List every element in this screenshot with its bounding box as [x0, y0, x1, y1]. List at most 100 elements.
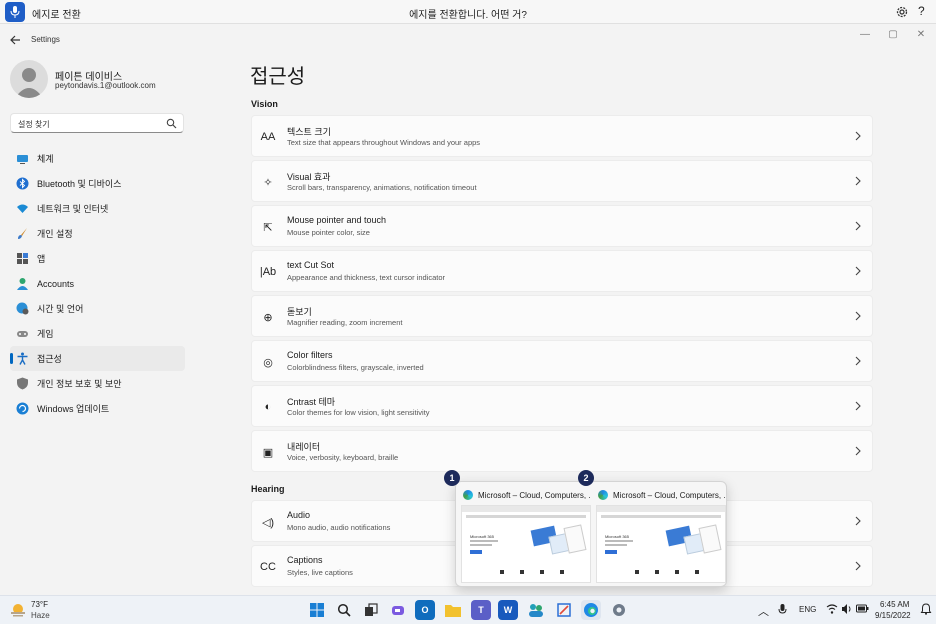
- weather-haze-icon[interactable]: [10, 602, 26, 618]
- mouse-pointer-card[interactable]: ⇱ Mouse pointer and touch Mouse pointer …: [251, 205, 873, 247]
- search-input-text[interactable]: 설정 찾기: [18, 119, 50, 130]
- magnifier-card[interactable]: ⊕ 돋보기 Magnifier reading, zoom increment: [251, 295, 873, 337]
- chevron-right-icon: [855, 176, 861, 186]
- card-subtitle: Scroll bars, transparency, animations, n…: [287, 183, 477, 192]
- edge-window-thumbnail-1[interactable]: Microsoft – Cloud, Computers, ... Micros…: [461, 488, 591, 583]
- minimize-button[interactable]: —: [858, 29, 872, 40]
- microphone-tray-icon[interactable]: [778, 604, 787, 616]
- help-button[interactable]: ?: [918, 4, 925, 18]
- snipping-tool-icon[interactable]: [554, 600, 574, 620]
- clock-time[interactable]: 6:45 AM: [880, 600, 909, 609]
- chevron-right-icon: [855, 221, 861, 231]
- card-subtitle: Voice, verbosity, keyboard, braille: [287, 453, 399, 462]
- teams-icon[interactable]: T: [471, 600, 491, 620]
- maximize-button[interactable]: ▢: [886, 29, 900, 40]
- apps-icon: [17, 253, 28, 264]
- mouse-pointer-icon: ⇱: [263, 221, 273, 234]
- card-subtitle: Magnifier reading, zoom increment: [287, 318, 403, 327]
- person-avatar-icon: [15, 68, 43, 98]
- person-icon: [17, 278, 28, 290]
- thumbnail-title: Microsoft – Cloud, Computers, ...: [478, 490, 591, 500]
- card-title: Color filters: [287, 350, 333, 360]
- avatar[interactable]: [10, 60, 48, 98]
- text-cursor-card[interactable]: |Ab text Cut Sot Appearance and thicknes…: [251, 250, 873, 292]
- sidebar-nav: 체계 Bluetooth 및 디바이스 네트워크 및 인터넷 개인 설정 앱 A…: [10, 146, 185, 421]
- sidebar-item-apps[interactable]: 앱: [10, 246, 185, 271]
- scissors-icon: [557, 603, 571, 617]
- sidebar-item-gaming[interactable]: 게임: [10, 321, 185, 346]
- word-icon[interactable]: W: [498, 600, 518, 620]
- outlook-icon[interactable]: O: [415, 600, 435, 620]
- card-title: text Cut Sot: [287, 260, 335, 270]
- text-size-card[interactable]: AA 텍스트 크기 Text size that appears through…: [251, 115, 873, 157]
- card-subtitle: Mono audio, audio notifications: [287, 523, 391, 532]
- settings-search-input[interactable]: 설정 찾기: [10, 113, 184, 133]
- user-email: peytondavis.1@outlook.com: [55, 81, 156, 90]
- accessibility-icon: [17, 352, 28, 365]
- voice-access-bar: 에지로 전환 에지를 전환합니다. 어떤 거? ?: [0, 0, 936, 24]
- task-view-glyph-icon: [365, 603, 378, 616]
- back-arrow-icon[interactable]: [8, 33, 22, 47]
- card-title: Audio: [287, 510, 311, 520]
- sidebar-item-windows-update[interactable]: Windows 업데이트: [10, 396, 185, 421]
- wifi-tray-icon[interactable]: [826, 603, 838, 615]
- tray-overflow-chevron-icon[interactable]: ︿: [758, 603, 769, 619]
- file-explorer-icon[interactable]: [443, 600, 463, 620]
- sidebar-item-accounts[interactable]: Accounts: [10, 271, 185, 296]
- wifi-icon: [17, 204, 28, 213]
- narrator-card[interactable]: ▣ 내레이터 Voice, verbosity, keyboard, brail…: [251, 430, 873, 472]
- settings-taskbar-icon[interactable]: [609, 600, 629, 620]
- voice-hint-text: 에지를 전환합니다. 어떤 거?: [409, 10, 527, 21]
- weather-condition[interactable]: Haze: [31, 611, 50, 620]
- preview-heading: Microsoft 365: [605, 534, 630, 539]
- sidebar-item-time-language[interactable]: 시간 및 언어: [10, 296, 185, 321]
- card-title: 내레이터: [287, 442, 321, 452]
- input-language-indicator[interactable]: ENG: [799, 605, 816, 614]
- hearing-heading: Hearing: [251, 484, 285, 494]
- people-glyph-icon: [529, 604, 543, 617]
- brush-icon: [18, 228, 27, 239]
- edge-window-thumbnails-popup: Microsoft – Cloud, Computers, ... Micros…: [455, 481, 727, 587]
- magnifier-icon: ⊕: [263, 311, 273, 324]
- close-button[interactable]: ✕: [914, 29, 928, 40]
- sidebar-item-system[interactable]: 체계: [10, 146, 185, 171]
- globe-clock-icon: [16, 302, 29, 315]
- sidebar-item-network[interactable]: 네트워크 및 인터넷: [10, 196, 185, 221]
- sidebar-item-accessibility[interactable]: 접근성: [10, 346, 185, 371]
- volume-tray-icon[interactable]: [841, 603, 853, 615]
- visual-effects-card[interactable]: ✧ Visual 효과 Scroll bars, transparency, a…: [251, 160, 873, 202]
- chevron-right-icon: [855, 356, 861, 366]
- task-view-icon[interactable]: [361, 600, 381, 620]
- page-title: 접근성: [250, 66, 306, 88]
- sidebar-item-label: Accounts: [37, 278, 75, 289]
- monitor-icon: [17, 155, 28, 164]
- clock-date[interactable]: 9/15/2022: [875, 611, 911, 620]
- chat-icon[interactable]: [388, 600, 408, 620]
- contrast-themes-card[interactable]: ◐ Cntrast 테마 Color themes for low vision…: [251, 385, 873, 427]
- vision-heading: Vision: [251, 99, 278, 109]
- card-title: Cntrast 테마: [287, 397, 336, 407]
- sidebar-item-bluetooth[interactable]: Bluetooth 및 디바이스: [10, 171, 185, 196]
- notification-bell-icon[interactable]: [920, 603, 932, 615]
- voice-number-badge-1[interactable]: 1: [444, 470, 460, 486]
- contrast-icon: ◐: [264, 401, 272, 413]
- search-icon[interactable]: [166, 118, 177, 129]
- sidebar-item-privacy[interactable]: 개인 정보 보호 및 보안: [10, 371, 185, 396]
- edge-taskbar-icon[interactable]: [581, 600, 601, 620]
- sidebar-item-label: 체계: [37, 154, 54, 164]
- sidebar-item-label: 개인 정보 보호 및 보안: [37, 379, 122, 389]
- chevron-right-icon: [855, 401, 861, 411]
- voice-settings-gear-icon[interactable]: [895, 5, 909, 19]
- voice-number-badge-2[interactable]: 2: [578, 470, 594, 486]
- sidebar-item-personalization[interactable]: 개인 설정: [10, 221, 185, 246]
- taskbar-search-icon[interactable]: [334, 600, 354, 620]
- color-filters-card[interactable]: ◎ Color filters Colorblindness filters, …: [251, 340, 873, 382]
- color-filters-icon: ◎: [263, 356, 273, 369]
- page-preview-image: Microsoft 365: [461, 505, 591, 583]
- battery-tray-icon[interactable]: [856, 604, 869, 614]
- people-icon[interactable]: [526, 600, 546, 620]
- sidebar-item-label: Windows 업데이트: [37, 404, 110, 414]
- weather-temperature[interactable]: 73°F: [31, 600, 48, 609]
- edge-window-thumbnail-2[interactable]: Microsoft – Cloud, Computers, ... Micros…: [596, 488, 726, 583]
- start-icon[interactable]: [307, 600, 327, 620]
